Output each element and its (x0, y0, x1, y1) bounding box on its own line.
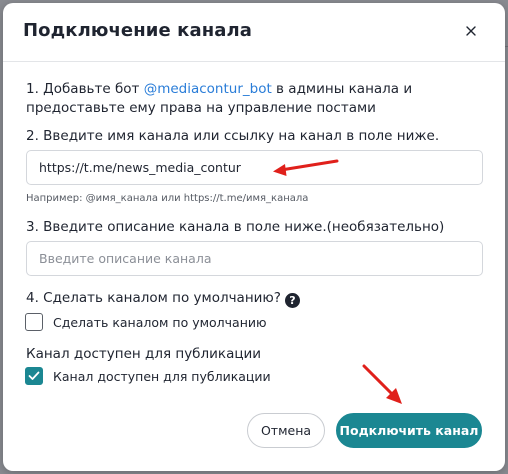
checkmark-icon (28, 371, 40, 380)
step-5-label: Канал доступен для публикации (26, 346, 262, 362)
default-channel-label[interactable]: Сделать каналом по умолчанию (53, 315, 267, 330)
step-2-label: 2. Введите имя канала или ссылку на кана… (26, 128, 440, 144)
dialog-title: Подключение канала (23, 20, 253, 41)
cancel-button[interactable]: Отмена (247, 413, 325, 448)
bot-username-link[interactable]: @mediacontur_bot (144, 81, 272, 97)
step-1-instructions: 1. Добавьте бот @mediacontur_bot в админ… (26, 80, 412, 118)
publish-available-checkbox[interactable] (25, 367, 43, 385)
connect-channel-dialog: Подключение канала 1. Добавьте бот @medi… (3, 3, 505, 471)
channel-name-input[interactable] (26, 150, 483, 185)
channel-input-hint: Например: @имя_канала или https://t.me/и… (26, 193, 309, 204)
step-1-line-2: предоставьте ему права на управление пос… (26, 100, 376, 116)
step-1-suffix: в админы канала и (271, 81, 413, 97)
default-channel-row[interactable]: Сделать каналом по умолчанию (25, 313, 267, 331)
question-icon[interactable]: ? (284, 293, 300, 308)
step-1-prefix: 1. Добавьте бот (26, 81, 144, 97)
dialog-header: Подключение канала (3, 3, 505, 62)
channel-description-input[interactable] (26, 241, 483, 276)
step-3-label: 3. Введите описание канала в поле ниже.(… (26, 219, 445, 235)
connect-channel-button[interactable]: Подключить канал (336, 413, 482, 448)
close-button[interactable] (463, 23, 479, 39)
publish-available-row[interactable]: Канал доступен для публикации (25, 367, 271, 385)
default-channel-checkbox[interactable] (25, 313, 43, 331)
annotation-arrow-button (362, 364, 402, 404)
step-4-label: 4. Сделать каналом по умолчанию?? (26, 289, 300, 308)
step-4-text: 4. Сделать каналом по умолчанию? (26, 290, 281, 306)
publish-available-label[interactable]: Канал доступен для публикации (53, 369, 271, 384)
close-icon (466, 26, 476, 36)
